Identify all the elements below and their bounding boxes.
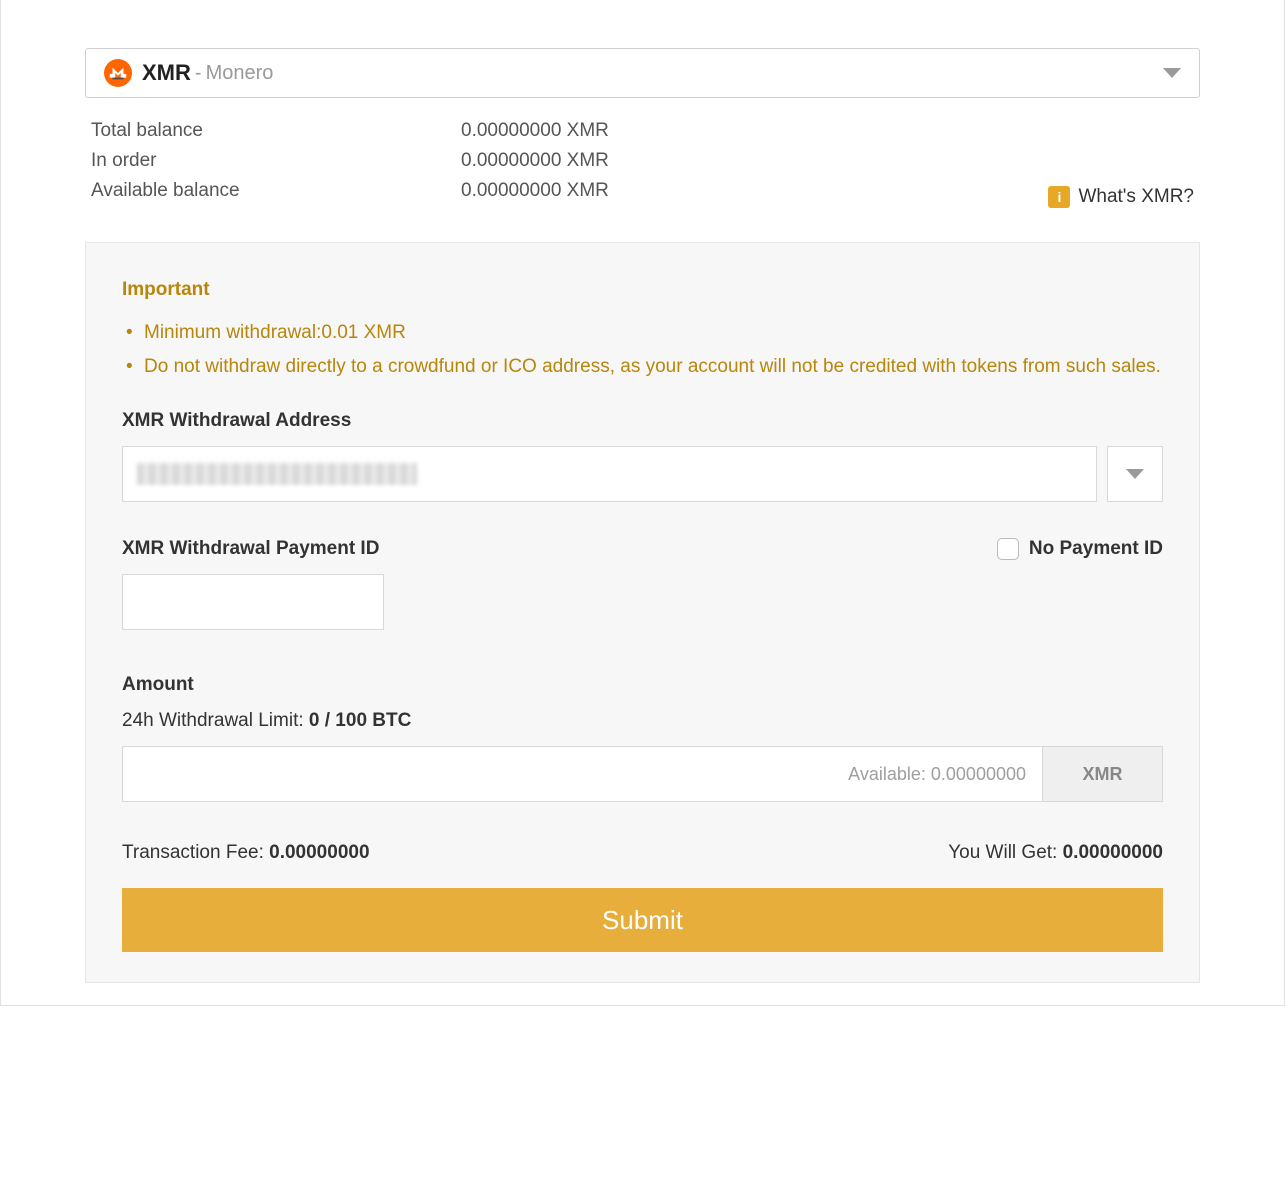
- checkbox-icon[interactable]: [997, 538, 1019, 560]
- limit-value: 0 / 100 BTC: [309, 710, 411, 731]
- address-label: XMR Withdrawal Address: [122, 410, 1163, 432]
- fee-value: 0.00000000: [269, 842, 369, 863]
- withdrawal-address-input[interactable]: [122, 446, 1097, 502]
- transaction-fee: Transaction Fee: 0.00000000: [122, 842, 370, 864]
- payment-id-label: XMR Withdrawal Payment ID: [122, 538, 379, 560]
- currency-name-sep: -: [195, 62, 202, 85]
- submit-button[interactable]: Submit: [122, 888, 1163, 952]
- total-balance-label: Total balance: [91, 120, 461, 142]
- get-label: You Will Get:: [948, 842, 1062, 863]
- currency-symbol: XMR: [142, 60, 191, 86]
- important-heading: Important: [122, 279, 1163, 301]
- monero-icon: [104, 59, 132, 87]
- important-item: Minimum withdrawal:0.01 XMR: [122, 319, 1163, 347]
- currency-selector[interactable]: XMR - Monero: [85, 48, 1200, 98]
- total-balance-value: 0.00000000 XMR: [461, 120, 609, 142]
- important-list: Minimum withdrawal:0.01 XMR Do not withd…: [122, 319, 1163, 380]
- no-payment-id-toggle[interactable]: No Payment ID: [997, 538, 1163, 560]
- whats-xmr-text: What's XMR?: [1078, 186, 1194, 208]
- redacted-address: [137, 463, 417, 485]
- chevron-down-icon: [1126, 469, 1144, 479]
- withdraw-card: Important Minimum withdrawal:0.01 XMR Do…: [85, 242, 1200, 983]
- info-icon: i: [1048, 186, 1070, 208]
- in-order-value: 0.00000000 XMR: [461, 150, 609, 172]
- you-will-get: You Will Get: 0.00000000: [948, 842, 1163, 864]
- withdrawal-limit: 24h Withdrawal Limit: 0 / 100 BTC: [122, 710, 1163, 732]
- fee-label: Transaction Fee:: [122, 842, 269, 863]
- whats-xmr-link[interactable]: i What's XMR?: [1048, 186, 1194, 208]
- limit-prefix: 24h Withdrawal Limit:: [122, 710, 309, 731]
- address-dropdown-button[interactable]: [1107, 446, 1163, 502]
- amount-input[interactable]: [122, 746, 1043, 802]
- available-balance-label: Available balance: [91, 180, 461, 202]
- chevron-down-icon: [1163, 68, 1181, 78]
- amount-label: Amount: [122, 674, 1163, 696]
- currency-name: Monero: [206, 62, 274, 85]
- in-order-label: In order: [91, 150, 461, 172]
- no-payment-id-label: No Payment ID: [1029, 538, 1163, 560]
- amount-unit: XMR: [1043, 746, 1163, 802]
- available-balance-value: 0.00000000 XMR: [461, 180, 609, 202]
- important-item: Do not withdraw directly to a crowdfund …: [122, 353, 1163, 381]
- payment-id-input[interactable]: [122, 574, 384, 630]
- get-value: 0.00000000: [1063, 842, 1163, 863]
